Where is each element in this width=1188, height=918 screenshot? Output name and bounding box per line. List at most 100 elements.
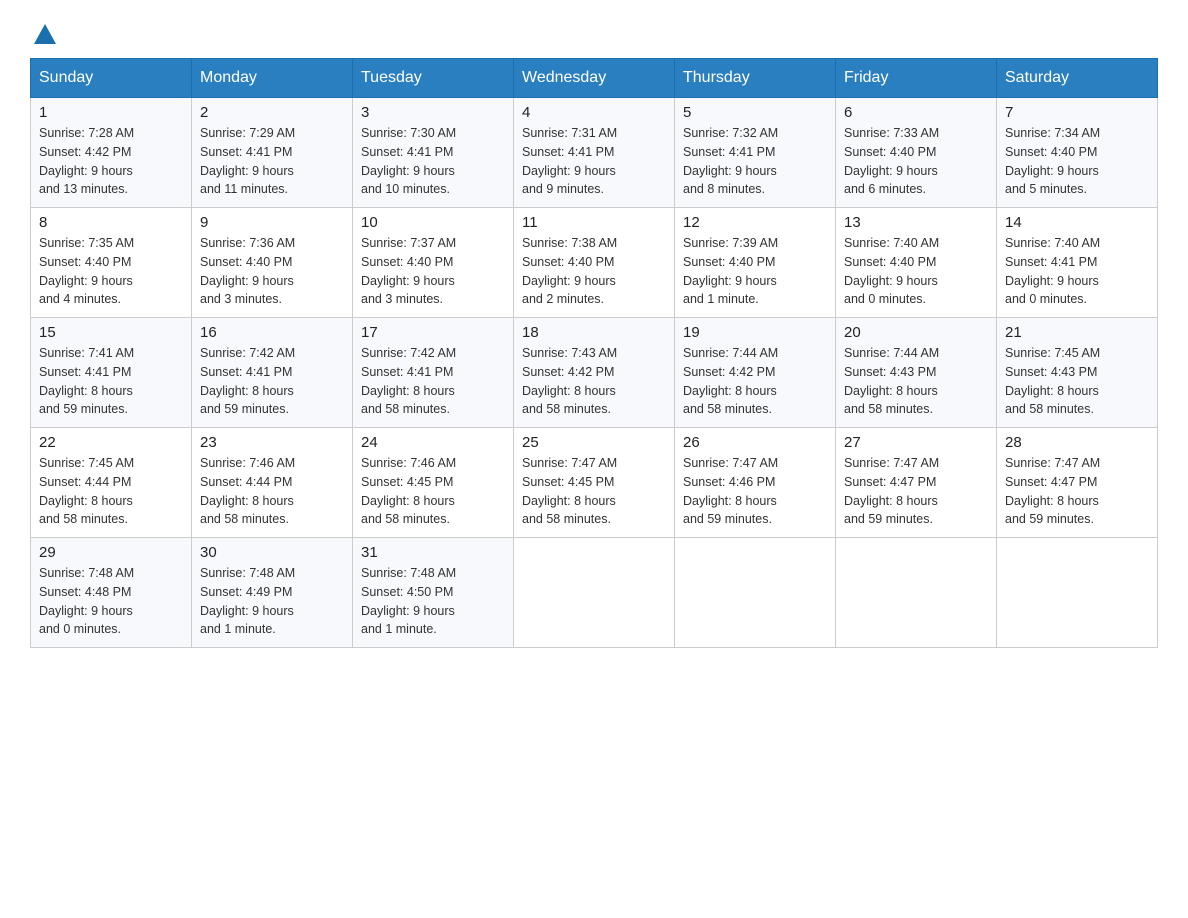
day-cell: 8 Sunrise: 7:35 AMSunset: 4:40 PMDaylight…: [31, 208, 192, 318]
week-row-3: 15 Sunrise: 7:41 AMSunset: 4:41 PMDayligh…: [31, 318, 1158, 428]
day-cell: 9 Sunrise: 7:36 AMSunset: 4:40 PMDaylight…: [192, 208, 353, 318]
day-cell: 27 Sunrise: 7:47 AMSunset: 4:47 PMDayligh…: [836, 428, 997, 538]
day-info: Sunrise: 7:41 AMSunset: 4:41 PMDaylight:…: [39, 344, 183, 419]
day-info: Sunrise: 7:30 AMSunset: 4:41 PMDaylight:…: [361, 124, 505, 199]
day-info: Sunrise: 7:47 AMSunset: 4:47 PMDaylight:…: [1005, 454, 1149, 529]
day-info: Sunrise: 7:36 AMSunset: 4:40 PMDaylight:…: [200, 234, 344, 309]
day-number: 7: [1005, 104, 1149, 121]
day-info: Sunrise: 7:47 AMSunset: 4:45 PMDaylight:…: [522, 454, 666, 529]
week-row-2: 8 Sunrise: 7:35 AMSunset: 4:40 PMDaylight…: [31, 208, 1158, 318]
day-cell: [514, 538, 675, 648]
day-cell: 18 Sunrise: 7:43 AMSunset: 4:42 PMDayligh…: [514, 318, 675, 428]
day-info: Sunrise: 7:47 AMSunset: 4:47 PMDaylight:…: [844, 454, 988, 529]
header-thursday: Thursday: [675, 59, 836, 98]
day-info: Sunrise: 7:45 AMSunset: 4:44 PMDaylight:…: [39, 454, 183, 529]
day-number: 10: [361, 214, 505, 231]
day-info: Sunrise: 7:46 AMSunset: 4:45 PMDaylight:…: [361, 454, 505, 529]
day-number: 8: [39, 214, 183, 231]
day-number: 13: [844, 214, 988, 231]
day-cell: 6 Sunrise: 7:33 AMSunset: 4:40 PMDaylight…: [836, 98, 997, 208]
day-cell: 15 Sunrise: 7:41 AMSunset: 4:41 PMDayligh…: [31, 318, 192, 428]
day-cell: 16 Sunrise: 7:42 AMSunset: 4:41 PMDayligh…: [192, 318, 353, 428]
day-cell: 5Sunrise: 7:32 AMSunset: 4:41 PMDaylight…: [675, 98, 836, 208]
day-number: 2: [200, 104, 344, 121]
day-cell: 4 Sunrise: 7:31 AMSunset: 4:41 PMDaylight…: [514, 98, 675, 208]
day-cell: 31Sunrise: 7:48 AMSunset: 4:50 PMDayligh…: [353, 538, 514, 648]
logo-icon: [30, 20, 58, 48]
day-info: Sunrise: 7:33 AMSunset: 4:40 PMDaylight:…: [844, 124, 988, 199]
day-number: 11: [522, 214, 666, 231]
day-info: Sunrise: 7:40 AMSunset: 4:40 PMDaylight:…: [844, 234, 988, 309]
day-info: Sunrise: 7:28 AMSunset: 4:42 PMDaylight:…: [39, 124, 183, 199]
day-cell: [675, 538, 836, 648]
day-number: 17: [361, 324, 505, 341]
header-saturday: Saturday: [997, 59, 1158, 98]
day-info: Sunrise: 7:37 AMSunset: 4:40 PMDaylight:…: [361, 234, 505, 309]
day-cell: 19Sunrise: 7:44 AMSunset: 4:42 PMDayligh…: [675, 318, 836, 428]
header-wednesday: Wednesday: [514, 59, 675, 98]
logo: [30, 20, 58, 48]
page-header: [30, 20, 1158, 48]
day-number: 26: [683, 434, 827, 451]
day-number: 3: [361, 104, 505, 121]
day-info: Sunrise: 7:44 AMSunset: 4:43 PMDaylight:…: [844, 344, 988, 419]
day-cell: 28Sunrise: 7:47 AMSunset: 4:47 PMDayligh…: [997, 428, 1158, 538]
day-info: Sunrise: 7:40 AMSunset: 4:41 PMDaylight:…: [1005, 234, 1149, 309]
day-info: Sunrise: 7:42 AMSunset: 4:41 PMDaylight:…: [361, 344, 505, 419]
day-cell: 2 Sunrise: 7:29 AMSunset: 4:41 PMDaylight…: [192, 98, 353, 208]
day-info: Sunrise: 7:42 AMSunset: 4:41 PMDaylight:…: [200, 344, 344, 419]
day-cell: [836, 538, 997, 648]
day-number: 18: [522, 324, 666, 341]
header-sunday: Sunday: [31, 59, 192, 98]
day-cell: 7 Sunrise: 7:34 AMSunset: 4:40 PMDaylight…: [997, 98, 1158, 208]
logo-triangle-icon: [32, 22, 58, 48]
week-row-5: 29Sunrise: 7:48 AMSunset: 4:48 PMDayligh…: [31, 538, 1158, 648]
day-number: 15: [39, 324, 183, 341]
day-number: 16: [200, 324, 344, 341]
day-number: 20: [844, 324, 988, 341]
day-cell: 12 Sunrise: 7:39 AMSunset: 4:40 PMDayligh…: [675, 208, 836, 318]
day-cell: [997, 538, 1158, 648]
day-info: Sunrise: 7:48 AMSunset: 4:49 PMDaylight:…: [200, 564, 344, 639]
header-monday: Monday: [192, 59, 353, 98]
day-number: 19: [683, 324, 827, 341]
day-number: 1: [39, 104, 183, 121]
day-number: 6: [844, 104, 988, 121]
day-number: 12: [683, 214, 827, 231]
day-info: Sunrise: 7:43 AMSunset: 4:42 PMDaylight:…: [522, 344, 666, 419]
day-info: Sunrise: 7:29 AMSunset: 4:41 PMDaylight:…: [200, 124, 344, 199]
day-cell: 1 Sunrise: 7:28 AMSunset: 4:42 PMDaylight…: [31, 98, 192, 208]
day-info: Sunrise: 7:35 AMSunset: 4:40 PMDaylight:…: [39, 234, 183, 309]
day-number: 24: [361, 434, 505, 451]
day-info: Sunrise: 7:32 AMSunset: 4:41 PMDaylight:…: [683, 124, 827, 199]
day-cell: 10 Sunrise: 7:37 AMSunset: 4:40 PMDayligh…: [353, 208, 514, 318]
day-number: 25: [522, 434, 666, 451]
day-number: 4: [522, 104, 666, 121]
week-row-4: 22 Sunrise: 7:45 AMSunset: 4:44 PMDayligh…: [31, 428, 1158, 538]
day-number: 21: [1005, 324, 1149, 341]
day-cell: 26 Sunrise: 7:47 AMSunset: 4:46 PMDayligh…: [675, 428, 836, 538]
day-info: Sunrise: 7:34 AMSunset: 4:40 PMDaylight:…: [1005, 124, 1149, 199]
day-number: 9: [200, 214, 344, 231]
day-cell: 25 Sunrise: 7:47 AMSunset: 4:45 PMDayligh…: [514, 428, 675, 538]
day-number: 22: [39, 434, 183, 451]
day-cell: 22 Sunrise: 7:45 AMSunset: 4:44 PMDayligh…: [31, 428, 192, 538]
day-info: Sunrise: 7:48 AMSunset: 4:50 PMDaylight:…: [361, 564, 505, 639]
day-number: 29: [39, 544, 183, 561]
day-cell: 30 Sunrise: 7:48 AMSunset: 4:49 PMDayligh…: [192, 538, 353, 648]
day-number: 23: [200, 434, 344, 451]
day-info: Sunrise: 7:47 AMSunset: 4:46 PMDaylight:…: [683, 454, 827, 529]
day-cell: 20 Sunrise: 7:44 AMSunset: 4:43 PMDayligh…: [836, 318, 997, 428]
header-friday: Friday: [836, 59, 997, 98]
day-cell: 3 Sunrise: 7:30 AMSunset: 4:41 PMDaylight…: [353, 98, 514, 208]
day-info: Sunrise: 7:38 AMSunset: 4:40 PMDaylight:…: [522, 234, 666, 309]
day-number: 30: [200, 544, 344, 561]
day-info: Sunrise: 7:39 AMSunset: 4:40 PMDaylight:…: [683, 234, 827, 309]
week-row-1: 1 Sunrise: 7:28 AMSunset: 4:42 PMDaylight…: [31, 98, 1158, 208]
day-cell: 24 Sunrise: 7:46 AMSunset: 4:45 PMDayligh…: [353, 428, 514, 538]
calendar-table: SundayMondayTuesdayWednesdayThursdayFrid…: [30, 58, 1158, 648]
day-cell: 29Sunrise: 7:48 AMSunset: 4:48 PMDayligh…: [31, 538, 192, 648]
day-info: Sunrise: 7:31 AMSunset: 4:41 PMDaylight:…: [522, 124, 666, 199]
day-number: 27: [844, 434, 988, 451]
day-cell: 11 Sunrise: 7:38 AMSunset: 4:40 PMDayligh…: [514, 208, 675, 318]
